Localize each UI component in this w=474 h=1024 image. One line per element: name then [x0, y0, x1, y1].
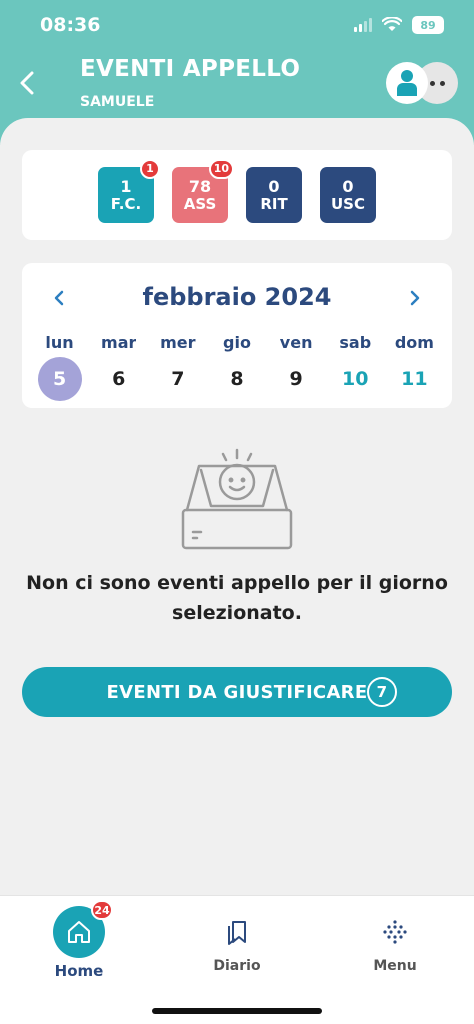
counter-label: USC [331, 194, 365, 213]
content: 1 F.C. 1 78 ASS 10 0 RIT 0 USC febbraio … [0, 118, 474, 918]
signal-icon [354, 18, 372, 32]
nav-menu[interactable]: Menu [335, 896, 455, 974]
justify-count-badge: 7 [367, 677, 397, 707]
counter-fc[interactable]: 1 F.C. 1 [98, 159, 160, 223]
counter-value: 1 [120, 176, 132, 196]
nav-home-label: Home [54, 962, 104, 980]
day-name: dom [394, 333, 434, 352]
counter-label: F.C. [110, 194, 142, 213]
back-chevron-icon [20, 71, 34, 95]
nav-diario[interactable]: Diario [177, 896, 297, 974]
student-name: SAMUELE [80, 94, 155, 110]
counter-value: 0 [268, 176, 280, 196]
day-name: sab [339, 333, 372, 352]
home-button[interactable]: 24 [53, 900, 113, 958]
calendar-day[interactable]: mar 6 [93, 333, 145, 401]
day-name: lun [45, 333, 74, 352]
calendar-day[interactable]: gio 8 [211, 333, 263, 401]
counter-ass[interactable]: 78 ASS 10 [172, 159, 234, 223]
status-icons: 89 [354, 16, 444, 34]
day-date: 10 [342, 368, 369, 390]
counters-card: 1 F.C. 1 78 ASS 10 0 RIT 0 USC [22, 150, 452, 240]
battery-icon: 89 [412, 16, 444, 34]
counter-badge: 1 [140, 159, 160, 179]
day-name: ven [279, 333, 313, 352]
wifi-icon [382, 17, 402, 31]
nav-diario-label: Diario [213, 958, 261, 974]
justify-events-label: EVENTI DA GIUSTIFICARE [106, 681, 368, 703]
counter-badge: 10 [208, 159, 234, 179]
calendar-day[interactable]: mer 7 [152, 333, 204, 401]
calendar-next-icon [410, 290, 420, 306]
counter-value: 0 [342, 176, 354, 196]
counter-label: RIT [260, 194, 288, 213]
counter-usc[interactable]: 0 USC [320, 167, 376, 223]
counter-label: ASS [183, 194, 217, 213]
empty-inbox-icon [181, 448, 293, 550]
user-icon [397, 70, 417, 96]
calendar-week: lun 5 mar 6 mer 7 gio 8 ven 9 sab 10 dom… [22, 333, 452, 401]
counter-value: 78 [188, 176, 212, 196]
back-button[interactable] [14, 66, 40, 100]
nav-menu-label: Menu [373, 958, 417, 974]
page-title: EVENTI APPELLO [80, 56, 301, 82]
justify-events-button[interactable]: EVENTI DA GIUSTIFICARE 7 [22, 667, 452, 717]
day-date: 5 [37, 357, 82, 401]
calendar-next-button[interactable] [400, 283, 430, 313]
day-date: 11 [401, 368, 428, 390]
calendar-day[interactable]: sab 10 [329, 333, 381, 401]
account-switcher[interactable] [386, 62, 458, 104]
bottom-nav: 24 Home Diario Menu [0, 895, 474, 1024]
grid-dots-icon [379, 916, 411, 948]
calendar-month: febbraio 2024 [142, 283, 332, 311]
day-name: mar [101, 333, 137, 352]
counter-rit[interactable]: 0 RIT [246, 167, 302, 223]
status-time: 08:36 [40, 14, 101, 36]
day-date: 7 [171, 368, 185, 390]
day-date: 9 [289, 368, 303, 390]
day-name: gio [223, 333, 251, 352]
day-name: mer [160, 333, 196, 352]
home-badge: 24 [91, 900, 113, 920]
home-icon [68, 921, 90, 943]
day-date: 8 [230, 368, 244, 390]
day-date: 6 [112, 368, 126, 390]
nav-home[interactable]: 24 Home [19, 896, 139, 980]
calendar-day[interactable]: lun 5 [34, 333, 86, 401]
home-indicator [152, 1008, 322, 1014]
calendar-card: febbraio 2024 lun 5 mar 6 mer 7 gio 8 ve… [22, 263, 452, 408]
empty-state-message: Non ci sono eventi appello per il giorno… [26, 572, 448, 625]
bookmark-icon [221, 916, 253, 948]
avatar[interactable] [386, 62, 428, 104]
calendar-day[interactable]: ven 9 [270, 333, 322, 401]
calendar-day[interactable]: dom 11 [388, 333, 440, 401]
